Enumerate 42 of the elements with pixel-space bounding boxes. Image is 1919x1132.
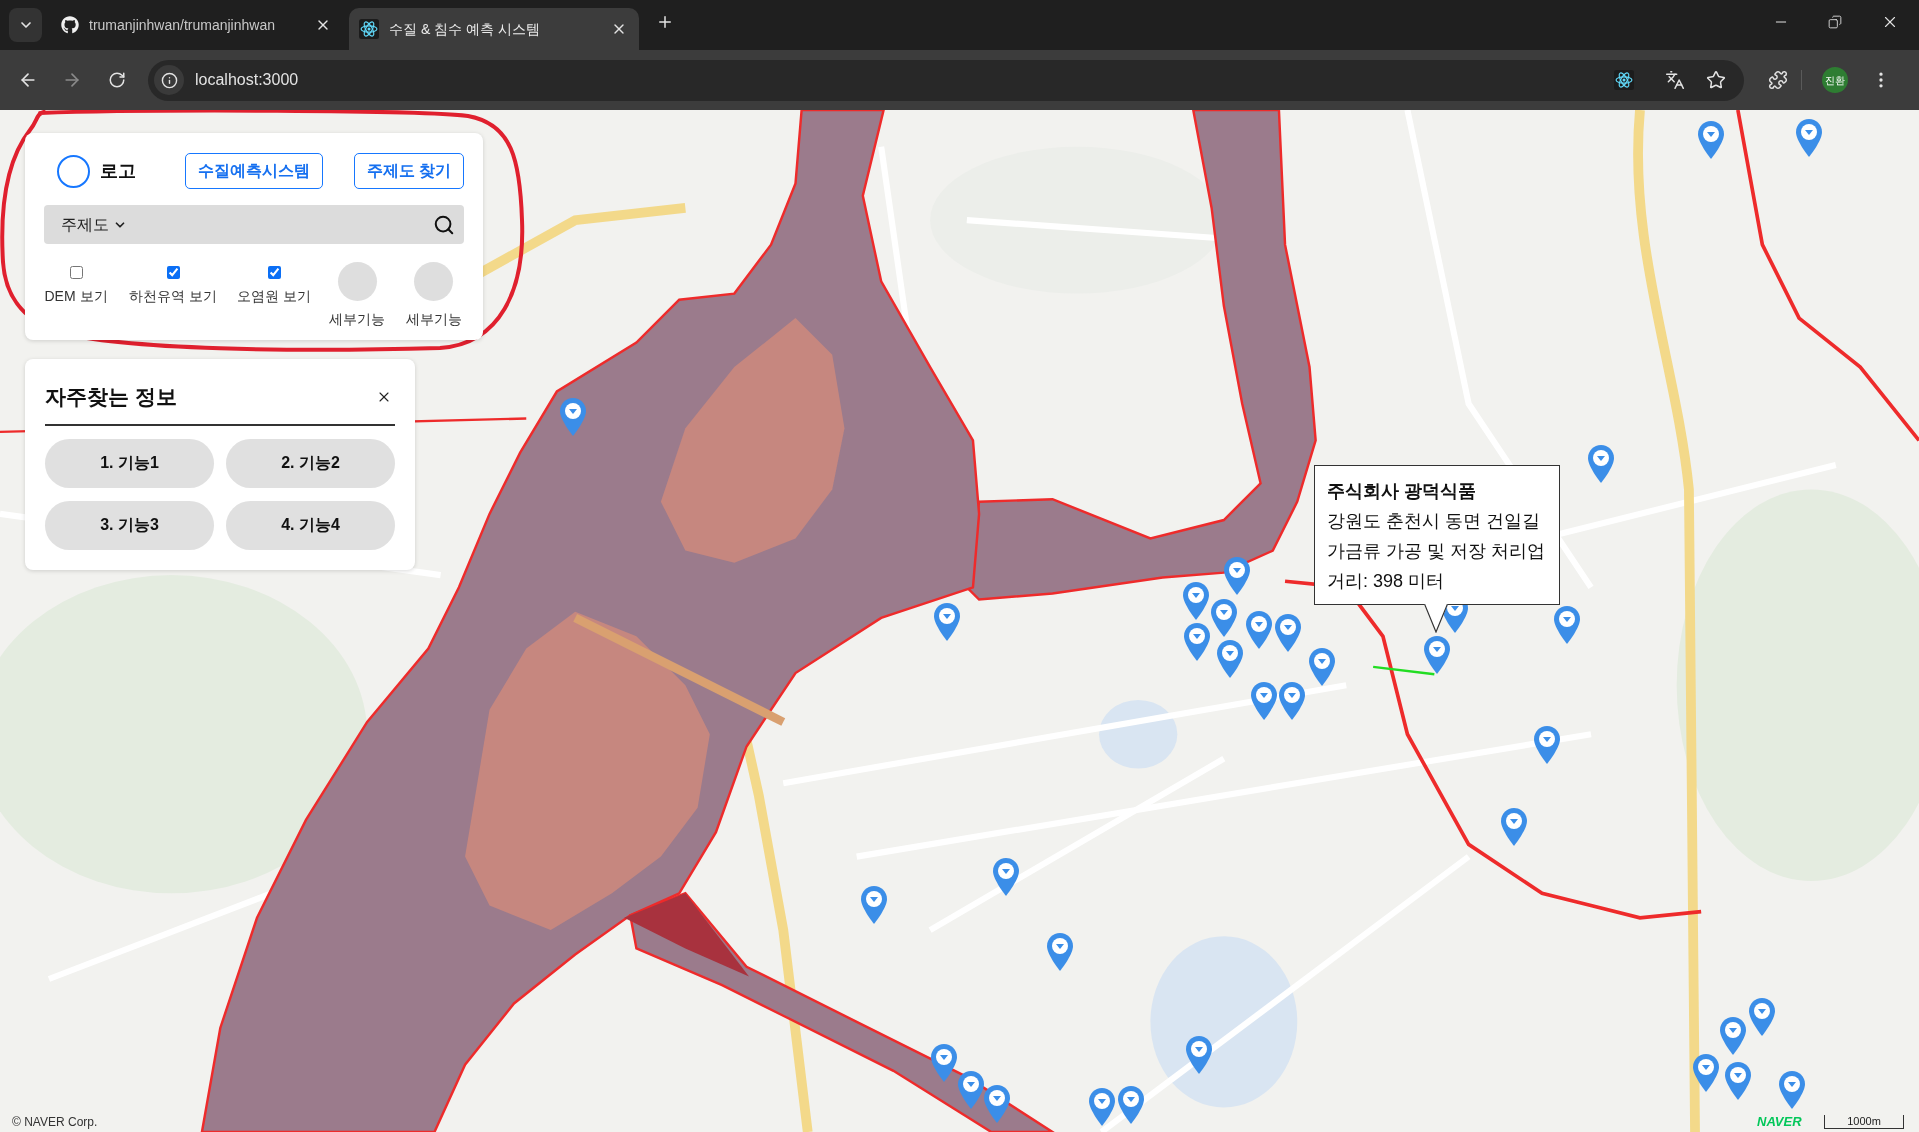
- reload-icon[interactable]: [108, 71, 126, 89]
- address-bar[interactable]: localhost:3000: [148, 59, 1744, 101]
- site-logo-icon: [61, 16, 79, 34]
- plus-icon[interactable]: [656, 13, 674, 31]
- nav-button[interactable]: 수질예측시스템: [184, 153, 323, 189]
- theme-dropdown[interactable]: 주제도: [61, 212, 127, 237]
- feature-label: 세부기능: [329, 310, 385, 329]
- browser-tab[interactable]: trumanjinhwan/trumanjinhwan: [49, 8, 343, 42]
- feature-label: 세부기능: [405, 310, 462, 329]
- feature-button[interactable]: 2. 기능2: [226, 438, 395, 488]
- atom-icon[interactable]: [1614, 70, 1634, 90]
- puzzle-icon[interactable]: [1768, 70, 1788, 90]
- panel-title: 자주찾는 정보: [45, 384, 177, 411]
- feature-button[interactable]: 3. 기능3: [45, 500, 214, 550]
- url-text: localhost:3000: [195, 70, 299, 90]
- search-icon[interactable]: [433, 213, 455, 236]
- layer-checkbox[interactable]: [166, 266, 180, 279]
- profile-avatar[interactable]: 진환: [1822, 67, 1848, 93]
- search-field[interactable]: 주제도: [44, 205, 464, 244]
- tooltip-title: 주식회사 광덕식품: [1327, 480, 1477, 503]
- feature-button[interactable]: 1. 기능1: [45, 438, 214, 488]
- layer-checkbox[interactable]: [69, 266, 83, 279]
- checkbox-label: 하천유역 보기: [129, 287, 217, 306]
- map-logo: NAVER: [1757, 1112, 1802, 1131]
- nav-button[interactable]: 주제도 찾기: [353, 153, 464, 189]
- logo-text: 로고: [100, 159, 136, 183]
- tooltip-text: 강원도 춘천시 동면 건일길: [1327, 510, 1541, 533]
- info-icon[interactable]: [154, 65, 184, 95]
- tooltip-text: 거리: 398 미터: [1327, 570, 1446, 593]
- translate-icon[interactable]: [1665, 70, 1685, 90]
- restore-icon[interactable]: [1828, 15, 1842, 29]
- feature-button[interactable]: 4. 기능4: [226, 500, 395, 550]
- layer-checkbox[interactable]: [267, 266, 281, 279]
- star-icon[interactable]: [1706, 70, 1726, 90]
- browser-tab[interactable]: 수질 & 침수 예측 시스템: [349, 8, 639, 50]
- checkbox-label: DEM 보기: [44, 287, 108, 306]
- map-scale: 1000m: [1824, 1115, 1904, 1129]
- tooltip-text: 가금류 가공 및 저장 처리업: [1327, 540, 1546, 563]
- atom-icon: [359, 19, 379, 39]
- checkbox-label: 오염원 보기: [237, 287, 311, 306]
- map-attribution: © NAVER Corp.: [12, 1114, 98, 1131]
- tab-list-button[interactable]: [9, 8, 42, 42]
